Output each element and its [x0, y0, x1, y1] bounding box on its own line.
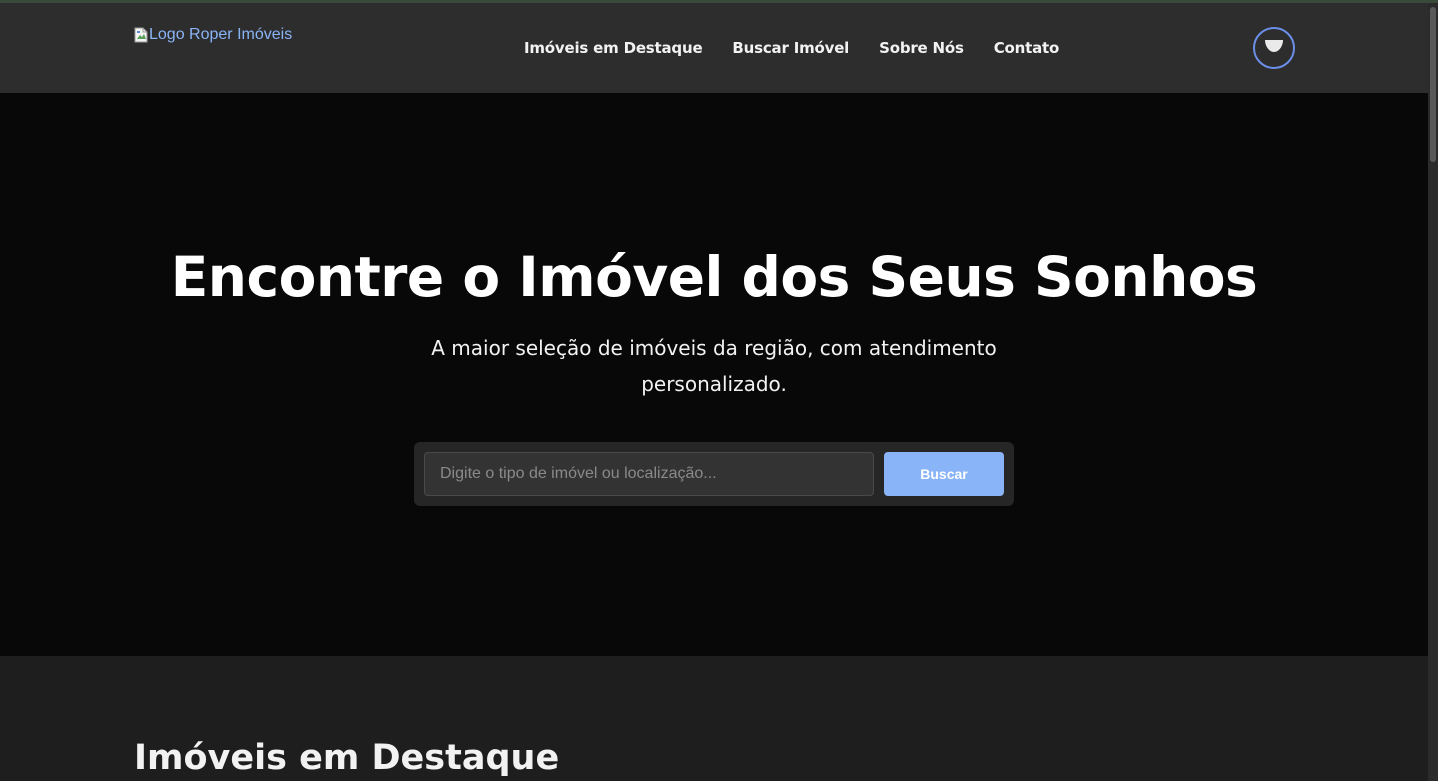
logo-link[interactable]: Logo Roper Imóveis: [134, 25, 292, 45]
main-nav: Imóveis em Destaque Buscar Imóvel Sobre …: [524, 37, 1059, 59]
hero-title: Encontre o Imóvel dos Seus Sonhos: [170, 245, 1258, 309]
page: Logo Roper Imóveis Imóveis em Destaque B…: [0, 0, 1438, 781]
theme-toggle-button[interactable]: [1253, 27, 1295, 69]
nav-link-buscar-imovel[interactable]: Buscar Imóvel: [732, 37, 849, 59]
scrollbar-thumb[interactable]: [1430, 7, 1436, 162]
search-box: Buscar: [414, 442, 1014, 506]
page-scrollbar[interactable]: [1428, 3, 1438, 781]
search-input[interactable]: [424, 452, 874, 496]
moon-icon: [1264, 38, 1284, 58]
hero-section: Encontre o Imóvel dos Seus Sonhos A maio…: [0, 93, 1428, 656]
broken-image-icon: [134, 27, 148, 43]
search-button[interactable]: Buscar: [884, 452, 1004, 496]
nav-link-contato[interactable]: Contato: [994, 37, 1060, 59]
site-header: Logo Roper Imóveis Imóveis em Destaque B…: [0, 3, 1428, 93]
hero-subtitle: A maior seleção de imóveis da região, co…: [431, 336, 997, 396]
featured-section: Imóveis em Destaque: [0, 656, 1428, 781]
nav-link-sobre-nos[interactable]: Sobre Nós: [879, 37, 964, 59]
nav-link-imoveis-destaque[interactable]: Imóveis em Destaque: [524, 37, 703, 59]
logo-alt-text: Logo Roper Imóveis: [149, 26, 293, 43]
featured-section-title: Imóveis em Destaque: [134, 738, 560, 778]
